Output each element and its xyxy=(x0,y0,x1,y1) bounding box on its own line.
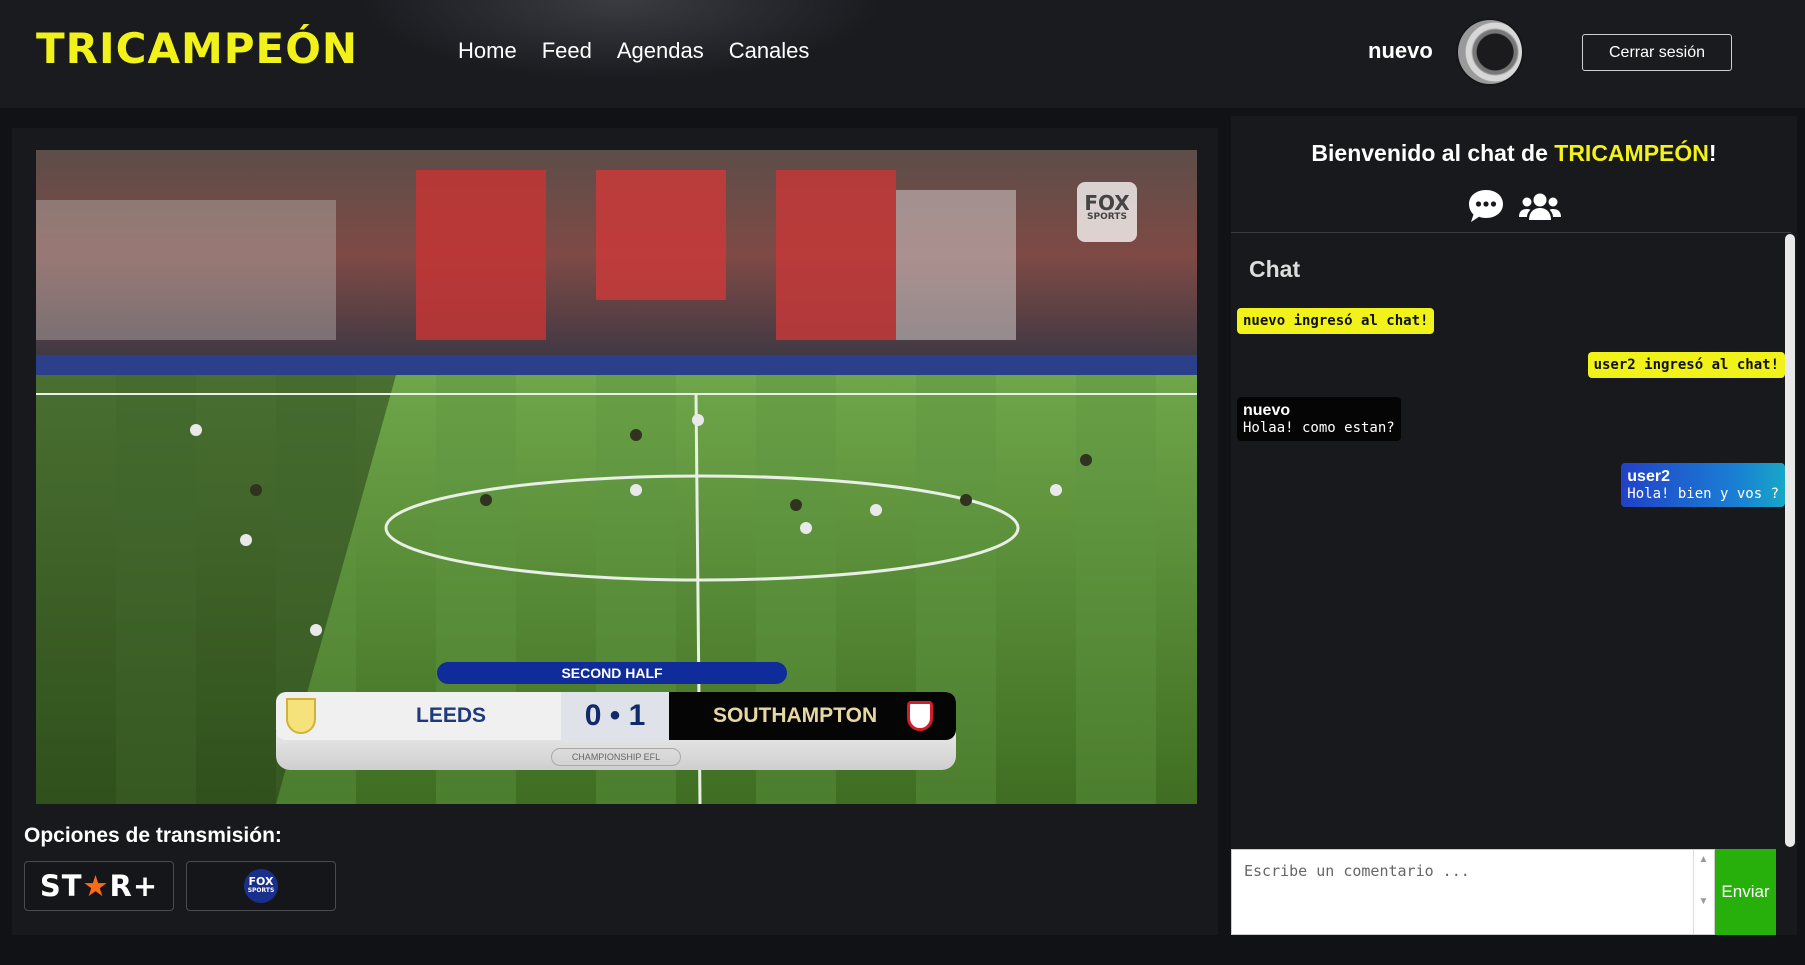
chat-divider xyxy=(1231,232,1791,233)
welcome-brand: TRICAMPEÓN xyxy=(1554,140,1709,166)
star-plus-text-a: ST xyxy=(39,869,83,903)
message-author: nuevo xyxy=(1243,402,1291,419)
star-plus-text-b: R+ xyxy=(109,869,159,903)
match-score: 0 • 1 xyxy=(561,692,669,740)
chat-message-outgoing: user2 Hola! bien y vos ? xyxy=(1621,463,1785,507)
chat-panel: Bienvenido al chat de TRICAMPEÓN! Chat n… xyxy=(1231,116,1797,935)
southampton-crest-icon xyxy=(907,701,934,731)
away-team-name: SOUTHAMPTON xyxy=(713,704,878,727)
comment-input-scrollbar[interactable]: ▲ ▼ xyxy=(1693,850,1713,934)
username-label: nuevo xyxy=(1368,38,1433,63)
home-team: LEEDS xyxy=(276,692,561,740)
system-message: user2 ingresó al chat! xyxy=(1587,352,1785,378)
fox-sports-watermark: FOX SPORTS xyxy=(1077,182,1137,242)
match-period: SECOND HALF xyxy=(437,662,787,684)
comment-input[interactable] xyxy=(1231,849,1715,935)
fox-sports-logo: FOX SPORTS xyxy=(244,869,278,903)
scroll-up-icon[interactable]: ▲ xyxy=(1694,850,1713,892)
chat-welcome-title: Bienvenido al chat de TRICAMPEÓN! xyxy=(1231,140,1797,167)
nav-home[interactable]: Home xyxy=(458,38,517,64)
message-text: Hola! bien y vos ? xyxy=(1627,486,1779,502)
top-navbar: TRICAMPEÓN Home Feed Agendas Canales nue… xyxy=(0,0,1805,108)
leeds-crest-icon xyxy=(286,698,316,734)
avatar[interactable] xyxy=(1458,20,1522,84)
star-icon: ★ xyxy=(82,869,110,903)
league-label: CHAMPIONSHIP EFL xyxy=(551,748,681,766)
message-text: Holaa! como estan? xyxy=(1243,420,1395,436)
chat-heading: Chat xyxy=(1249,256,1301,282)
message-author: user2 xyxy=(1627,468,1670,485)
main-nav: Home Feed Agendas Canales xyxy=(458,38,809,64)
chat-message-incoming: nuevo Holaa! como estan? xyxy=(1237,397,1401,441)
nav-feed[interactable]: Feed xyxy=(542,38,592,64)
logout-button[interactable]: Cerrar sesión xyxy=(1582,34,1732,71)
page-footer-strip xyxy=(0,935,1805,965)
welcome-suffix: ! xyxy=(1708,140,1717,166)
fox-logo-sub: SPORTS xyxy=(247,887,275,894)
home-team-name: LEEDS xyxy=(416,704,487,727)
send-button[interactable]: Enviar xyxy=(1715,849,1776,935)
nav-agendas[interactable]: Agendas xyxy=(617,38,704,64)
video-player[interactable]: FOX SPORTS SECOND HALF CHAMPIONSHIP EFL … xyxy=(36,150,1197,804)
site-logo[interactable]: TRICAMPEÓN xyxy=(36,24,358,73)
users-icon[interactable] xyxy=(1519,192,1561,222)
stream-options-label: Opciones de transmisión: xyxy=(24,824,282,847)
nav-canales[interactable]: Canales xyxy=(729,38,810,64)
scroll-down-icon[interactable]: ▼ xyxy=(1694,892,1713,934)
fox-sports-option-button[interactable]: FOX SPORTS xyxy=(186,861,336,911)
star-plus-option-button[interactable]: ST ★ R+ xyxy=(24,861,174,911)
score-row: LEEDS 0 • 1 SOUTHAMPTON xyxy=(276,692,956,740)
away-team: SOUTHAMPTON xyxy=(669,692,956,740)
welcome-prefix: Bienvenido al chat de xyxy=(1311,140,1555,166)
system-message: nuevo ingresó al chat! xyxy=(1237,308,1435,334)
stream-section: FOX SPORTS SECOND HALF CHAMPIONSHIP EFL … xyxy=(12,128,1218,935)
chat-bubble-icon[interactable] xyxy=(1467,188,1505,224)
chat-scrollbar[interactable] xyxy=(1785,234,1795,847)
